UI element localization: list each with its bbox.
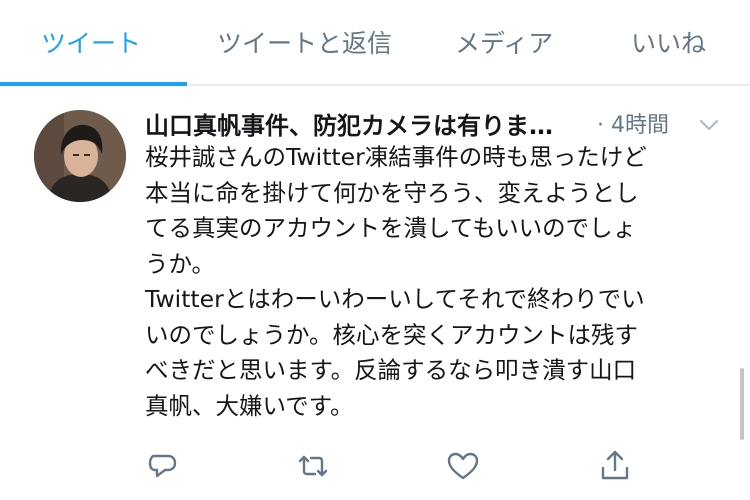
tweet-line: 本当に命を掛けて何かを守ろう、変えようとし: [145, 178, 639, 207]
tab-media[interactable]: メディア: [455, 24, 553, 60]
tweet[interactable]: 山口真帆事件、防犯カメラは有りま… · 4時間 桜井誠さんのTwitter凍結事…: [0, 86, 750, 500]
tweet-line: Twitterとはわーいわーいしてそれで終わりでい: [145, 285, 645, 313]
tweet-line: 真帆、大嫌いです。: [145, 391, 354, 420]
heart-icon[interactable]: [445, 448, 481, 484]
tweet-timestamp[interactable]: · 4時間: [597, 107, 669, 139]
tweet-line: 桜井誠さんのTwitter凍結事件の時も思ったけど: [145, 143, 647, 171]
chevron-down-icon[interactable]: [698, 114, 720, 136]
reply-icon[interactable]: [145, 448, 181, 484]
tweet-text: 桜井誠さんのTwitter凍結事件の時も思ったけど 本当に命を掛けて何かを守ろう…: [145, 140, 720, 424]
retweet-icon[interactable]: [295, 448, 331, 484]
tweet-line: うか。: [145, 249, 216, 278]
profile-tabs: ツイート ツイートと返信 メディア いいね: [0, 0, 750, 86]
tab-tweets-and-replies[interactable]: ツイートと返信: [217, 24, 392, 60]
author-name[interactable]: 山口真帆事件、防犯カメラは有りま…: [145, 106, 553, 141]
scrollbar[interactable]: [740, 368, 744, 440]
avatar-image: [34, 110, 126, 202]
avatar[interactable]: [34, 110, 126, 202]
tab-likes[interactable]: いいね: [631, 24, 706, 60]
share-icon[interactable]: [597, 448, 633, 484]
tweet-line: てる真実のアカウントを潰してもいいのでしょ: [145, 214, 637, 242]
tab-tweets[interactable]: ツイート: [41, 24, 141, 60]
tweet-line: べきだと思います。反論するなら叩き潰す山口: [145, 356, 637, 384]
tweet-line: いのでしょうか。核心を突くアカウントは残す: [145, 320, 639, 349]
